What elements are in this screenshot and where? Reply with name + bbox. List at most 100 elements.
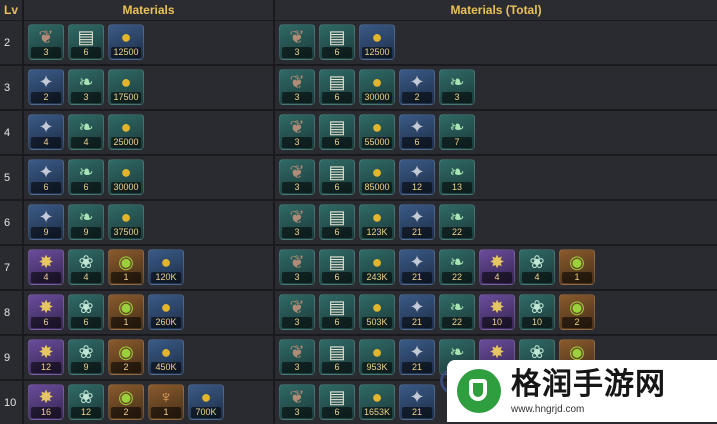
item-slot[interactable]: ▤ 6 (319, 114, 355, 150)
item-slot[interactable]: ❦ 3 (279, 114, 315, 150)
item-slot[interactable]: ▤ 6 (319, 384, 355, 420)
item-slot[interactable]: ● 37500 (108, 204, 144, 240)
item-slot[interactable]: ▤ 6 (319, 69, 355, 105)
item-slot[interactable]: ▤ 6 (319, 204, 355, 240)
item-slot[interactable]: ❦ 3 (279, 24, 315, 60)
item-slot[interactable]: ✸ 6 (28, 294, 64, 330)
gold-icon: ✸ (38, 387, 54, 407)
item-slot[interactable]: ✦ 21 (399, 384, 435, 420)
item-slot[interactable]: ✦ 12 (399, 159, 435, 195)
item-slot[interactable]: ▤ 6 (319, 159, 355, 195)
item-slot[interactable]: ✦ 21 (399, 204, 435, 240)
item-slot[interactable]: ❧ 13 (439, 159, 475, 195)
materials-cell: ✦ 2 ❧ 3 ● 17500 (24, 66, 273, 109)
item-slot[interactable]: ❀ 12 (68, 384, 104, 420)
wing-icon: ❦ (289, 72, 305, 92)
item-slot[interactable]: ❦ 3 (279, 204, 315, 240)
item-slot[interactable]: ♆ 1 (148, 384, 184, 420)
bird-icon: ❀ (78, 342, 94, 362)
item-slot[interactable]: ❀ 10 (519, 294, 555, 330)
item-slot[interactable]: ● 17500 (108, 69, 144, 105)
item-slot[interactable]: ❧ 4 (68, 114, 104, 150)
item-slot[interactable]: ● 243K (359, 249, 395, 285)
item-quantity: 4 (71, 137, 101, 148)
item-slot[interactable]: ● 85000 (359, 159, 395, 195)
item-quantity: 6 (31, 317, 61, 328)
item-slot[interactable]: ❧ 3 (68, 69, 104, 105)
item-slot[interactable]: ◉ 1 (108, 249, 144, 285)
item-slot[interactable]: ❧ 22 (439, 249, 475, 285)
item-slot[interactable]: ❦ 3 (279, 339, 315, 375)
item-slot[interactable]: ❀ 4 (519, 249, 555, 285)
item-slot[interactable]: ✦ 21 (399, 339, 435, 375)
item-quantity: 12 (31, 362, 61, 373)
item-slot[interactable]: ❦ 3 (279, 69, 315, 105)
item-slot[interactable]: ◉ 2 (559, 294, 595, 330)
item-slot[interactable]: ● 12500 (359, 24, 395, 60)
item-quantity: 2 (562, 317, 592, 328)
silver-icon: ✦ (38, 117, 54, 137)
scroll-icon: ▤ (77, 27, 95, 47)
item-slot[interactable]: ● 450K (148, 339, 184, 375)
item-slot[interactable]: ❧ 3 (439, 69, 475, 105)
item-slot[interactable]: ❧ 22 (439, 204, 475, 240)
item-slot[interactable]: ❀ 6 (68, 294, 104, 330)
item-slot[interactable]: ❧ 7 (439, 114, 475, 150)
item-slot[interactable]: ◉ 2 (108, 384, 144, 420)
item-slot[interactable]: ● 503K (359, 294, 395, 330)
item-slot[interactable]: ● 30000 (359, 69, 395, 105)
item-slot[interactable]: ● 12500 (108, 24, 144, 60)
item-slot[interactable]: ✦ 21 (399, 294, 435, 330)
item-quantity: 16 (31, 407, 61, 418)
item-slot[interactable]: ✸ 12 (28, 339, 64, 375)
item-quantity: 1 (111, 272, 141, 283)
item-slot[interactable]: ▤ 6 (68, 24, 104, 60)
item-slot[interactable]: ✸ 10 (479, 294, 515, 330)
item-slot[interactable]: ● 700K (188, 384, 224, 420)
item-slot[interactable]: ● 30000 (108, 159, 144, 195)
item-slot[interactable]: ❦ 3 (279, 294, 315, 330)
item-slot[interactable]: ● 25000 (108, 114, 144, 150)
item-slot[interactable]: ❦ 3 (279, 384, 315, 420)
item-quantity: 6 (322, 317, 352, 328)
item-slot[interactable]: ✦ 2 (399, 69, 435, 105)
item-slot[interactable]: ▤ 6 (319, 249, 355, 285)
item-slot[interactable]: ✦ 6 (399, 114, 435, 150)
item-slot[interactable]: ✸ 4 (28, 249, 64, 285)
item-slot[interactable]: ● 953K (359, 339, 395, 375)
item-slot[interactable]: ❀ 4 (68, 249, 104, 285)
scroll-icon: ▤ (328, 252, 346, 272)
item-slot[interactable]: ▤ 6 (319, 24, 355, 60)
item-slot[interactable]: ✸ 4 (479, 249, 515, 285)
item-slot[interactable]: ● 1653K (359, 384, 395, 420)
item-slot[interactable]: ✦ 2 (28, 69, 64, 105)
item-slot[interactable]: ● 55000 (359, 114, 395, 150)
item-slot[interactable]: ❀ 9 (68, 339, 104, 375)
item-slot[interactable]: ❧ 6 (68, 159, 104, 195)
silver-icon: ✦ (409, 252, 425, 272)
item-slot[interactable]: ● 120K (148, 249, 184, 285)
item-slot[interactable]: ❧ 9 (68, 204, 104, 240)
orb-icon: ◉ (118, 297, 134, 317)
item-slot[interactable]: ◉ 2 (108, 339, 144, 375)
item-slot[interactable]: ✦ 9 (28, 204, 64, 240)
item-slot[interactable]: ✦ 6 (28, 159, 64, 195)
item-slot[interactable]: ▤ 6 (319, 294, 355, 330)
materials-cell: ✸ 6 ❀ 6 ◉ 1 ● 260K (24, 291, 273, 334)
coin-icon: ● (371, 117, 383, 137)
item-slot[interactable]: ✦ 21 (399, 249, 435, 285)
item-slot[interactable]: ❧ 22 (439, 294, 475, 330)
item-slot[interactable]: ❦ 3 (28, 24, 64, 60)
item-slot[interactable]: ✦ 4 (28, 114, 64, 150)
item-quantity: 4 (31, 137, 61, 148)
item-slot[interactable]: ● 260K (148, 294, 184, 330)
item-slot[interactable]: ❦ 3 (279, 249, 315, 285)
item-slot[interactable]: ✸ 16 (28, 384, 64, 420)
item-slot[interactable]: ❦ 3 (279, 159, 315, 195)
item-slot[interactable]: ◉ 1 (108, 294, 144, 330)
item-quantity: 21 (402, 407, 432, 418)
item-slot[interactable]: ▤ 6 (319, 339, 355, 375)
item-slot[interactable]: ● 123K (359, 204, 395, 240)
item-slot[interactable]: ◉ 1 (559, 249, 595, 285)
item-quantity: 3 (71, 92, 101, 103)
